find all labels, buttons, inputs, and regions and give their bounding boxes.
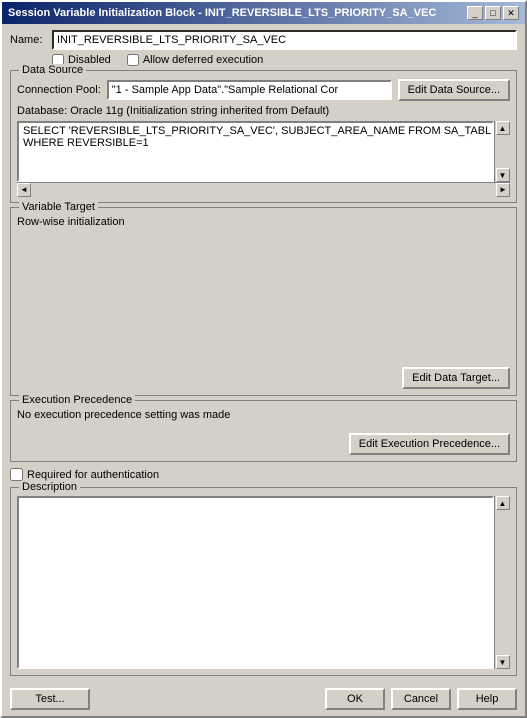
ok-button[interactable]: OK (325, 688, 385, 710)
description-group: Description ▲ ▼ (10, 487, 517, 676)
maximize-button[interactable]: □ (485, 6, 501, 20)
sql-scroll-down-button[interactable]: ▼ (496, 168, 510, 182)
title-bar: Session Variable Initialization Block - … (2, 2, 525, 24)
description-input[interactable] (17, 496, 494, 669)
name-row: Name: (10, 30, 517, 50)
deferred-checkbox[interactable] (127, 54, 139, 66)
data-source-group-label: Data Source (19, 64, 86, 76)
sql-main-area: SELECT 'REVERSIBLE_LTS_PRIORITY_SA_VEC',… (17, 121, 510, 182)
variable-target-group: Variable Target Row-wise initialization … (10, 207, 517, 396)
bottom-right-buttons: OK Cancel Help (325, 688, 517, 710)
sql-container: SELECT 'REVERSIBLE_LTS_PRIORITY_SA_VEC',… (17, 121, 510, 196)
db-info: Database: Oracle 11g (Initialization str… (17, 105, 510, 117)
execution-precedence-content: No execution precedence setting was made (17, 409, 510, 429)
description-group-label: Description (19, 481, 80, 493)
desc-scroll-down-button[interactable]: ▼ (496, 655, 510, 669)
title-bar-buttons: _ □ ✕ (467, 6, 519, 20)
edit-data-source-button[interactable]: Edit Data Source... (398, 79, 510, 101)
sql-scroll-up-button[interactable]: ▲ (496, 121, 510, 135)
conn-pool-input[interactable] (107, 80, 392, 100)
execution-precedence-group: Execution Precedence No execution preced… (10, 400, 517, 462)
edit-execution-precedence-button[interactable]: Edit Execution Precedence... (349, 433, 510, 455)
name-input[interactable] (52, 30, 517, 50)
name-label: Name: (10, 34, 46, 46)
edit-data-target-button[interactable]: Edit Data Target... (402, 367, 510, 389)
auth-checkbox[interactable] (10, 468, 23, 481)
cancel-button[interactable]: Cancel (391, 688, 451, 710)
close-button[interactable]: ✕ (503, 6, 519, 20)
sql-scroll-right-button[interactable]: ► (496, 183, 510, 197)
desc-vertical-scrollbar: ▲ ▼ (494, 496, 510, 669)
conn-pool-row: Connection Pool: Edit Data Source... (17, 79, 510, 101)
bottom-buttons-bar: Test... OK Cancel Help (2, 682, 525, 716)
auth-label: Required for authentication (27, 469, 159, 481)
execution-precedence-group-label: Execution Precedence (19, 394, 135, 406)
window-title: Session Variable Initialization Block - … (8, 7, 436, 19)
deferred-label: Allow deferred execution (143, 54, 263, 66)
data-source-group: Data Source Connection Pool: Edit Data S… (10, 70, 517, 203)
help-button[interactable]: Help (457, 688, 517, 710)
sql-scroll-left-button[interactable]: ◄ (17, 183, 31, 197)
description-container: ▲ ▼ (17, 496, 510, 669)
main-window: Session Variable Initialization Block - … (0, 0, 527, 718)
conn-pool-label: Connection Pool: (17, 84, 101, 96)
sql-text[interactable]: SELECT 'REVERSIBLE_LTS_PRIORITY_SA_VEC',… (17, 121, 494, 182)
execution-precedence-footer: Edit Execution Precedence... (17, 433, 510, 455)
sql-horizontal-scrollbar: ◄ ► (17, 182, 510, 196)
minimize-button[interactable]: _ (467, 6, 483, 20)
deferred-checkbox-item: Allow deferred execution (127, 54, 263, 66)
variable-target-group-label: Variable Target (19, 201, 98, 213)
main-content: Name: Disabled Allow deferred execution … (2, 24, 525, 682)
auth-row: Required for authentication (10, 466, 517, 483)
desc-scroll-up-button[interactable]: ▲ (496, 496, 510, 510)
variable-target-footer: Edit Data Target... (17, 367, 510, 389)
test-button[interactable]: Test... (10, 688, 90, 710)
variable-target-content: Row-wise initialization (17, 216, 510, 363)
sql-vertical-scrollbar: ▲ ▼ (494, 121, 510, 182)
